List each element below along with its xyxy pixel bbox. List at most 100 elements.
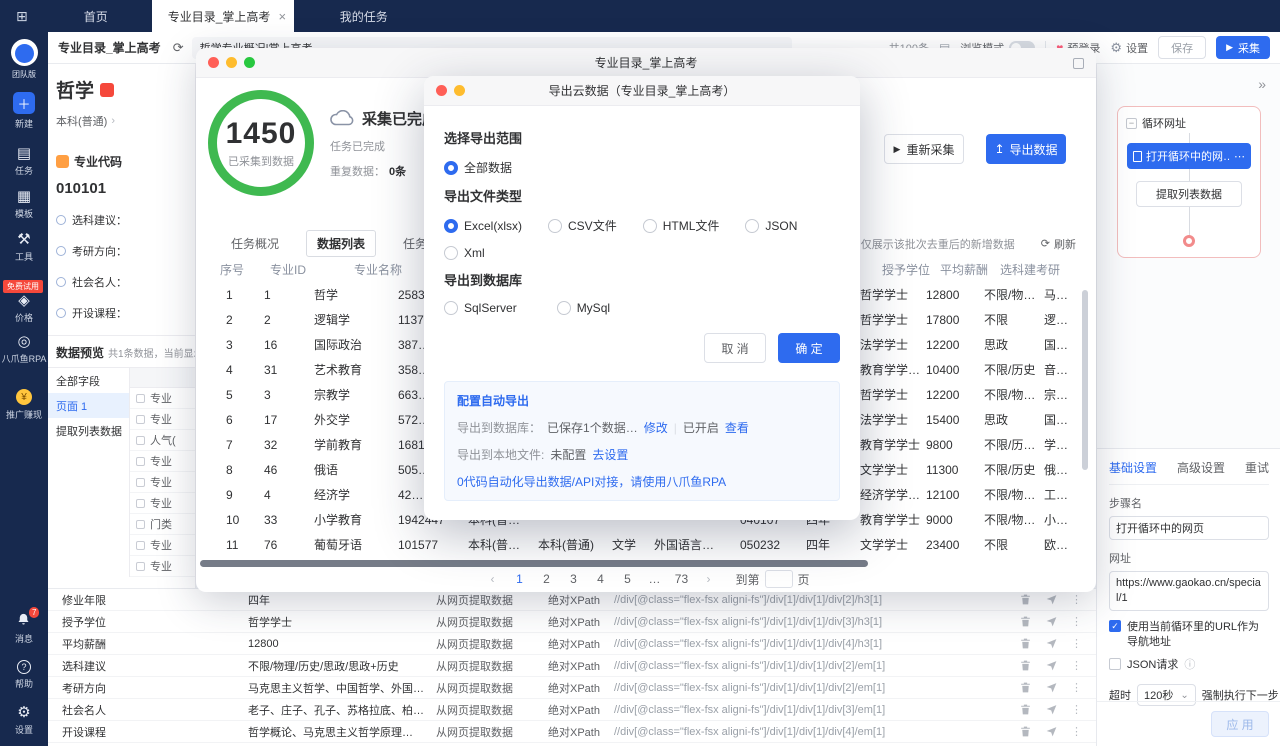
radio-option[interactable]: MySql	[557, 301, 610, 315]
more-icon[interactable]: ⋮	[1071, 615, 1082, 628]
trash-icon[interactable]	[1019, 615, 1032, 628]
tab-home[interactable]: 首页	[68, 0, 124, 32]
view-link[interactable]: 查看	[725, 419, 749, 436]
table-row[interactable]: 社会名人 老子、庄子、孔子、苏格拉底、柏… 从网页提取数据 绝对XPath //…	[48, 699, 1096, 721]
step-more-icon[interactable]: ⋯	[1234, 150, 1245, 163]
page-number[interactable]: 3	[563, 569, 583, 589]
sidebar-item-tools[interactable]: ⚒ 工具	[15, 232, 33, 263]
apply-button[interactable]: 应 用	[1211, 711, 1269, 737]
radio-option[interactable]: CSV文件	[548, 217, 617, 234]
checkbox[interactable]	[136, 457, 145, 466]
url-textarea[interactable]: https://www.gaokao.cn/special/1	[1109, 571, 1269, 611]
more-icon[interactable]: ⋮	[1071, 703, 1082, 716]
preview-nav-item[interactable]: 页面 1	[48, 393, 129, 418]
table-row[interactable]: 考研方向 马克思主义哲学、中国哲学、外国… 从网页提取数据 绝对XPath //…	[48, 677, 1096, 699]
app-grid-icon[interactable]: ⊞	[16, 8, 28, 25]
expand-icon[interactable]	[1073, 58, 1084, 69]
refresh-button[interactable]: ⟳ 刷新	[1041, 236, 1076, 252]
trash-icon[interactable]	[1019, 659, 1032, 672]
more-icon[interactable]: ⋮	[1071, 681, 1082, 694]
field-row[interactable]: 专业	[130, 388, 195, 409]
send-icon[interactable]	[1045, 725, 1058, 738]
checkbox[interactable]	[136, 415, 145, 424]
loop-end-node[interactable]	[1183, 235, 1195, 247]
field-row[interactable]: 门类	[130, 514, 195, 535]
modal-tab[interactable]: 任务概况	[220, 230, 290, 257]
checkbox-checked[interactable]: ✓	[1109, 620, 1121, 632]
use-loop-url-option[interactable]: ✓ 使用当前循环里的URL作为导航地址	[1109, 620, 1269, 650]
send-icon[interactable]	[1045, 637, 1058, 650]
page-number[interactable]: 4	[590, 569, 610, 589]
checkbox[interactable]	[136, 562, 145, 571]
save-button[interactable]: 保存	[1158, 36, 1206, 59]
sidebar-item-settings[interactable]: ⚙ 设置	[15, 705, 33, 736]
field-row[interactable]: 专业	[130, 535, 195, 556]
minimize-traffic-light[interactable]	[226, 57, 237, 68]
sidebar-item-rpa[interactable]: ◎ 八爪鱼RPA	[2, 334, 47, 365]
field-row[interactable]: 专业	[130, 451, 195, 472]
extract-data-step[interactable]: 提取列表数据	[1136, 181, 1242, 207]
send-icon[interactable]	[1045, 615, 1058, 628]
settings-tab[interactable]: 高级设置	[1177, 459, 1225, 476]
modify-link[interactable]: 修改	[644, 419, 668, 436]
page-number[interactable]: 1	[509, 569, 529, 589]
more-icon[interactable]: ⋮	[1071, 725, 1082, 738]
page-number[interactable]: …	[644, 569, 664, 589]
preview-nav-item[interactable]: 提取列表数据	[48, 418, 129, 443]
checkbox[interactable]	[136, 436, 145, 445]
table-row[interactable]: 选科建议 不限/物理/历史/思政/思政+历史 从网页提取数据 绝对XPath /…	[48, 655, 1096, 677]
horizontal-scrollbar[interactable]	[200, 560, 868, 567]
collapse-step-icon[interactable]: −	[1126, 118, 1137, 129]
field-row[interactable]: 专业	[130, 493, 195, 514]
more-icon[interactable]: ⋮	[1071, 637, 1082, 650]
sidebar-item-help[interactable]: ? 帮助	[15, 660, 33, 690]
sidebar-item-templates[interactable]: ▦ 模板	[15, 189, 33, 220]
radio-option[interactable]: 全部数据	[444, 159, 512, 176]
configure-link[interactable]: 去设置	[592, 446, 628, 463]
tab-current-task[interactable]: 专业目录_掌上高考 ×	[152, 0, 294, 32]
more-icon[interactable]: ⋮	[1071, 593, 1082, 606]
field-row[interactable]: 专业	[130, 472, 195, 493]
table-row[interactable]: 开设课程 哲学概论、马克思主义哲学原理… 从网页提取数据 绝对XPath //d…	[48, 721, 1096, 743]
more-icon[interactable]: ⋮	[1071, 659, 1082, 672]
next-page-icon[interactable]: ›	[698, 569, 718, 589]
zoom-traffic-light[interactable]	[244, 57, 255, 68]
send-icon[interactable]	[1045, 681, 1058, 694]
preview-nav-item[interactable]: 全部字段	[48, 368, 129, 393]
page-number[interactable]: 2	[536, 569, 556, 589]
modal-tab[interactable]: 数据列表	[306, 230, 376, 257]
settings-button[interactable]: ⚙ 设置	[1110, 40, 1148, 56]
settings-tab[interactable]: 重试	[1245, 459, 1269, 476]
major-level[interactable]: 本科(普通) ›	[56, 113, 187, 129]
cancel-button[interactable]: 取 消	[704, 333, 766, 363]
table-row[interactable]: 授予学位 哲学学士 从网页提取数据 绝对XPath //div[@class="…	[48, 611, 1096, 633]
trash-icon[interactable]	[1019, 637, 1032, 650]
radio-option[interactable]: Xml	[444, 246, 485, 260]
trash-icon[interactable]	[1019, 681, 1032, 694]
radio-option[interactable]: SqlServer	[444, 301, 517, 315]
export-data-button[interactable]: ↥ 导出数据	[986, 134, 1066, 164]
prev-page-icon[interactable]: ‹	[482, 569, 502, 589]
close-traffic-light[interactable]	[436, 85, 447, 96]
table-row[interactable]: 11 76 葡萄牙语 101577 本科(普… 本科(普通) 文学 外国语言… …	[220, 532, 1080, 557]
trash-icon[interactable]	[1019, 703, 1032, 716]
json-request-option[interactable]: JSON请求 ⓘ	[1109, 658, 1269, 673]
trash-icon[interactable]	[1019, 593, 1032, 606]
loop-step-block[interactable]: − 循环网址 打开循环中的网… ⋯ 提取列表数据	[1117, 106, 1261, 258]
checkbox-unchecked[interactable]	[1109, 658, 1121, 670]
table-row[interactable]: 平均薪酬 12800 从网页提取数据 绝对XPath //div[@class=…	[48, 633, 1096, 655]
checkbox[interactable]	[136, 394, 145, 403]
page-number[interactable]: 73	[671, 569, 691, 589]
sidebar-item-pricing[interactable]: ◈ 价格	[15, 293, 33, 324]
open-url-step[interactable]: 打开循环中的网… ⋯	[1127, 143, 1251, 169]
rpa-note-link[interactable]: 0代码自动化导出数据/API对接，请使用八爪鱼RPA	[457, 473, 827, 490]
checkbox[interactable]	[136, 520, 145, 529]
send-icon[interactable]	[1045, 703, 1058, 716]
step-name-input[interactable]	[1109, 516, 1269, 540]
auto-export-link[interactable]: 配置自动导出	[457, 392, 827, 409]
table-row[interactable]: 修业年限 四年 从网页提取数据 绝对XPath //div[@class="fl…	[48, 589, 1096, 611]
radio-option[interactable]: Excel(xlsx)	[444, 219, 522, 233]
timeout-select[interactable]: 120秒 ⌄	[1137, 684, 1196, 706]
settings-tab[interactable]: 基础设置	[1109, 459, 1157, 476]
field-row[interactable]: 人气(	[130, 430, 195, 451]
